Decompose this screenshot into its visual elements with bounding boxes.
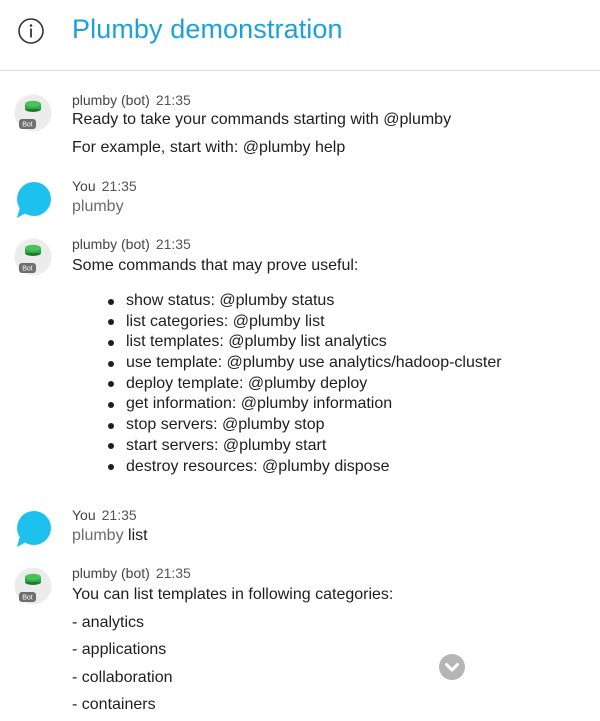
command-text: list <box>123 527 148 544</box>
list-item: - collaboration <box>72 669 173 686</box>
sender-name: You <box>72 507 96 523</box>
list-item: - containers <box>72 696 156 713</box>
message-text: plumby <box>72 198 124 215</box>
bot-badge: Bot <box>22 266 33 273</box>
chevron-down-icon[interactable] <box>438 653 466 681</box>
bot-badge: Bot <box>22 595 33 602</box>
message-text: plumby list <box>72 527 148 545</box>
sender-name: You <box>72 178 96 194</box>
timestamp: 21:35 <box>101 507 137 523</box>
timestamp: 21:35 <box>155 565 191 581</box>
message-meta: plumby (bot) 21:35 <box>72 92 191 108</box>
message-meta: You 21:35 <box>72 178 137 194</box>
timestamp: 21:35 <box>155 92 191 108</box>
sender-name: plumby (bot) <box>72 236 150 252</box>
user-avatar-chat-bubble-icon[interactable] <box>14 510 52 548</box>
list-item: use template: @plumby use analytics/hado… <box>108 353 502 374</box>
page-title: Plumby demonstration <box>72 14 343 44</box>
list-item: destroy resources: @plumby dispose <box>108 457 502 478</box>
list-item: - applications <box>72 641 167 658</box>
bot-avatar[interactable]: Bot <box>14 238 52 276</box>
message-text: Ready to take your commands starting wit… <box>72 111 452 128</box>
list-item: - analytics <box>72 614 145 631</box>
info-icon[interactable] <box>17 17 45 45</box>
sender-name: plumby (bot) <box>72 565 150 581</box>
message-meta: plumby (bot) 21:35 <box>72 236 191 252</box>
message-meta: plumby (bot) 21:35 <box>72 565 191 581</box>
command-list: show status: @plumby status list categor… <box>108 291 502 477</box>
list-item: show status: @plumby status <box>108 291 502 312</box>
list-item: stop servers: @plumby stop <box>108 415 502 436</box>
timestamp: 21:35 <box>155 236 191 252</box>
timestamp: 21:35 <box>101 178 137 194</box>
list-item: deploy template: @plumby deploy <box>108 374 502 395</box>
bot-avatar[interactable]: Bot <box>14 94 52 132</box>
list-item: list templates: @plumby list analytics <box>108 332 502 353</box>
user-avatar-chat-bubble-icon[interactable] <box>14 181 52 219</box>
message-text: For example, start with: @plumby help <box>72 139 346 156</box>
list-item: start servers: @plumby start <box>108 436 502 457</box>
bot-avatar[interactable]: Bot <box>14 567 52 605</box>
sender-name: plumby (bot) <box>72 92 150 108</box>
list-item: get information: @plumby information <box>108 394 502 415</box>
conversation-header: Plumby demonstration <box>0 0 600 71</box>
message-text: Some commands that may prove useful: <box>72 257 359 274</box>
bot-badge: Bot <box>22 122 33 129</box>
mention: plumby <box>72 527 124 544</box>
list-item: list categories: @plumby list <box>108 312 502 333</box>
message-text: You can list templates in following cate… <box>72 586 394 603</box>
message-meta: You 21:35 <box>72 507 137 523</box>
